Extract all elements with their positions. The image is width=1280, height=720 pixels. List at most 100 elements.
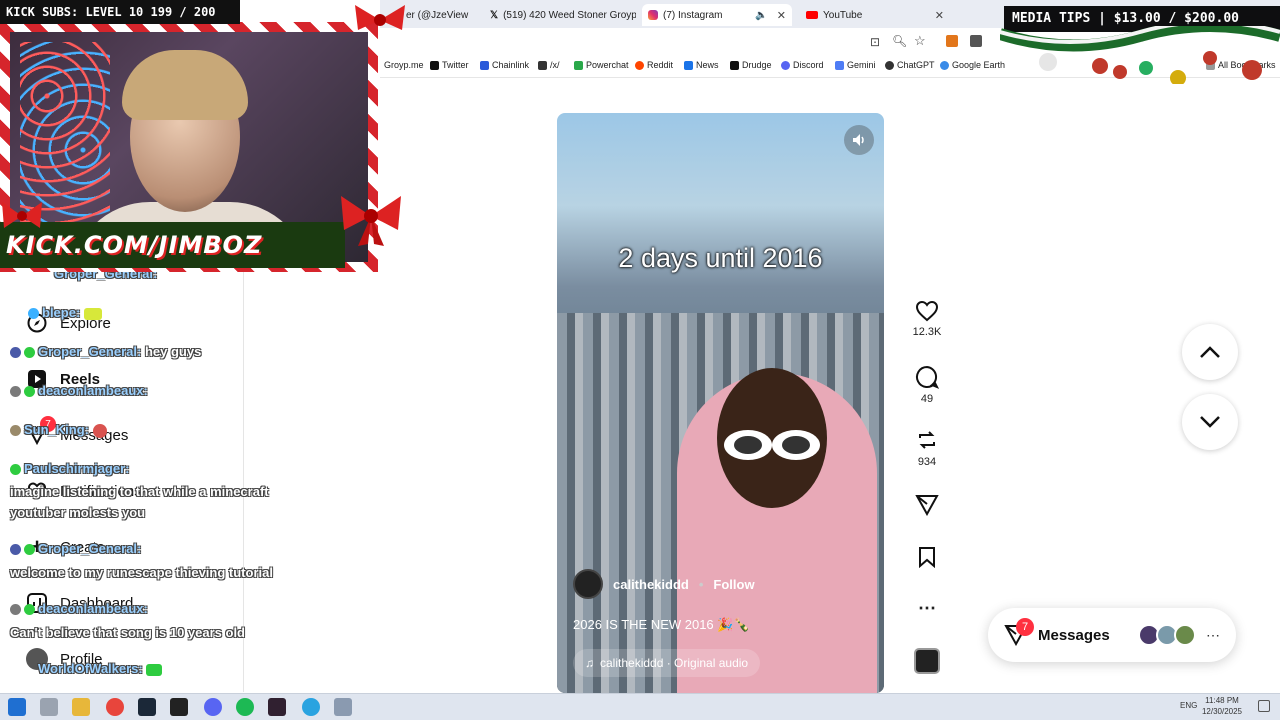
bookmark-powerchat[interactable]: Powerchat [574,60,629,70]
more-options-icon[interactable]: ⋯ [906,598,948,619]
tab-twitter-groyper[interactable]: 𝕏 (519) 420 Weed Stoner Groype ✕ [484,4,636,26]
task-view-icon[interactable] [40,698,58,716]
bookmark-label: Reddit [647,60,674,70]
chat-username: deaconlambeaux: [38,383,148,398]
sound-toggle-button[interactable] [844,125,874,155]
chat-text-line: Can't believe that song is 10 years old [10,625,246,640]
follow-button[interactable]: Follow [713,577,754,592]
messages-badge: 7 [1016,618,1034,636]
bookmark-x[interactable]: /x/ [538,60,560,70]
repost-icon[interactable] [915,428,939,452]
tab-youtube[interactable]: YouTube ✕ [800,4,950,26]
bookmark-gemini[interactable]: Gemini [835,60,876,70]
clock-time[interactable]: 11:48 PM [1200,696,1244,705]
bookmark-chainlink[interactable]: Chainlink [480,60,529,70]
gemini-icon [835,60,844,70]
tab-label: (519) 420 Weed Stoner Groype [503,9,636,21]
tab-instagram[interactable]: (7) Instagram 🔈 ✕ [642,4,792,26]
bookmark-label: ChatGPT [897,60,935,70]
bookmark-twitter[interactable]: Twitter [430,60,469,70]
obs-icon[interactable] [268,698,286,716]
chat-username: deaconlambeaux: [38,601,148,616]
chevron-up-icon [1200,346,1220,358]
discord-icon[interactable] [204,698,222,716]
badge-icon [24,347,35,359]
previous-reel-button[interactable] [1182,324,1238,380]
star-icon[interactable]: ☆ [914,33,926,49]
badge-icon [24,544,35,556]
clock-date[interactable]: 12/30/2025 [1200,707,1244,716]
bookmark-chatgpt[interactable]: ChatGPT [885,60,935,70]
avatar [1174,624,1196,646]
app-icon[interactable] [334,698,352,716]
badge-icon [10,386,21,398]
christmas-bow-icon [355,5,405,30]
chrome-icon[interactable] [106,698,124,716]
comment-action[interactable]: 49 [906,365,948,405]
share-icon[interactable] [915,494,939,516]
chat-message: Groper_General: hey guys [10,344,201,359]
like-action[interactable]: 12.3K [906,300,948,338]
bookmark-reddit[interactable]: Reddit [635,60,673,70]
audio-thumbnail[interactable] [914,648,940,674]
comment-icon[interactable] [915,365,939,389]
install-icon[interactable]: ⊡ [870,35,880,49]
chat-text: hey guys [144,344,202,359]
heart-icon[interactable] [915,300,939,322]
next-reel-button[interactable] [1182,394,1238,450]
file-explorer-icon[interactable] [72,698,90,716]
share-action[interactable] [906,494,948,516]
windows-start-icon[interactable] [8,698,26,716]
chat-message: WorldOfWalkers: [38,661,163,676]
separator-dot: • [698,576,704,592]
steam-icon[interactable] [138,698,156,716]
metamask-icon[interactable] [946,35,958,47]
badge-icon [10,464,21,476]
christmas-garland [1000,26,1280,84]
badge-icon [10,347,21,359]
bookmark-label: Gemini [847,60,876,70]
language-indicator[interactable]: ENG [1180,701,1197,710]
chat-text-line: imagine listening to that while a minecr… [10,484,269,499]
emote-icon [92,423,107,438]
like-count: 12.3K [912,326,942,338]
reel-username[interactable]: calithekiddd [613,577,689,592]
terminal-icon[interactable] [170,698,188,716]
chat-username: Paulschirmjager: [24,461,130,476]
bookmark-discord[interactable]: Discord [781,60,824,70]
bookmark-news[interactable]: News [684,60,719,70]
christmas-bow-icon [341,196,401,246]
save-action[interactable] [906,546,948,568]
more-icon: ⋯ [1206,626,1220,643]
reel-video[interactable]: 2 days until 2016 calithekiddd • Follow … [557,113,884,693]
chainlink-icon [480,60,489,70]
chat-message: deaconlambeaux: [10,601,148,616]
grid-icon [538,60,547,70]
close-icon[interactable]: ✕ [935,9,944,22]
reel-audio-link[interactable]: ♫ calithekiddd · Original audio [573,649,761,677]
notification-icon[interactable] [1258,700,1270,712]
close-icon[interactable]: ✕ [777,9,786,22]
emote-icon [83,307,102,320]
tab-label: YouTube [823,9,863,21]
telegram-icon[interactable] [302,698,320,716]
x-logo-icon [430,60,439,70]
bookmark-google-earth[interactable]: Google Earth [940,60,1005,70]
bookmark-drudge[interactable]: Drudge [730,60,772,70]
reddit-icon [635,60,644,70]
spotify-icon[interactable] [236,698,254,716]
speaker-icon[interactable]: 🔈 [755,10,767,21]
bookmark-groyp[interactable]: Groyp.me [384,60,424,70]
bookmark-label: Drudge [742,60,772,70]
tab-twitter-profile[interactable]: er (@JzeView [400,4,490,26]
zoom-icon[interactable]: 🔍︎ [892,34,907,48]
kick-subs-counter: KICK SUBS: LEVEL 10 199 / 200 [0,0,240,24]
avatar[interactable] [573,569,603,599]
bookmark-label: Groyp.me [384,60,424,70]
powerchat-icon [574,60,583,70]
bookmark-label: News [696,60,719,70]
repost-action[interactable]: 934 [906,428,948,468]
bookmark-icon[interactable] [917,546,937,568]
extension-icon[interactable] [970,35,982,47]
tab-label: er (@JzeView [406,9,469,21]
